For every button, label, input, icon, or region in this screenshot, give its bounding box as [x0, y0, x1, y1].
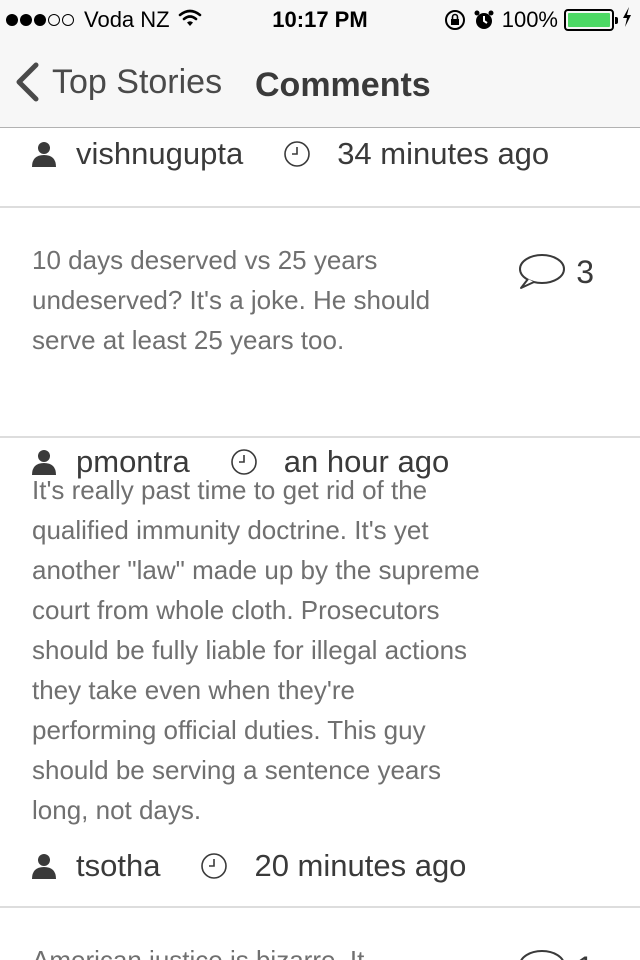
comment-author[interactable]: vishnugupta — [76, 136, 243, 172]
page-title: Comments — [255, 66, 431, 104]
speech-bubble-icon — [520, 950, 564, 960]
comment-item[interactable]: 10 days deserved vs 25 years undeserved?… — [0, 208, 640, 479]
reply-count: 1 — [576, 950, 594, 960]
replies-button[interactable]: 1 — [516, 948, 594, 960]
back-button[interactable]: Top Stories — [14, 62, 222, 102]
charging-bolt-icon — [622, 7, 632, 33]
battery-tip — [615, 17, 618, 24]
clock-icon — [200, 852, 228, 880]
orientation-lock-icon — [444, 9, 466, 31]
battery-level — [568, 13, 610, 27]
back-button-label: Top Stories — [52, 62, 223, 101]
alarm-icon — [474, 9, 494, 31]
speech-bubble-icon — [519, 254, 566, 289]
user-icon — [32, 853, 56, 879]
chevron-left-icon — [16, 62, 39, 102]
reply-count: 3 — [576, 253, 594, 290]
comment-item[interactable]: vishnugupta 34 minutes ago — [0, 128, 640, 208]
clock-icon — [283, 140, 311, 168]
comment-time: 34 minutes ago — [337, 136, 550, 171]
comments-list[interactable]: vishnugupta 34 minutes ago 10 days deser… — [0, 128, 640, 960]
comment-text: It's really past time to get rid of the … — [32, 475, 480, 825]
comment-text: American justice is bizarre. It — [32, 945, 365, 960]
comment-meta: tsotha 20 minutes ago — [32, 848, 466, 884]
user-icon — [32, 141, 56, 167]
comment-text: 10 days deserved vs 25 years undeserved?… — [32, 245, 431, 355]
battery-icon — [564, 9, 618, 31]
replies-button[interactable]: 3 — [516, 252, 594, 292]
status-bar: Voda NZ 10:17 PM 100% — [0, 0, 640, 40]
comment-meta: vishnugupta 34 minutes ago — [32, 136, 549, 172]
comment-author[interactable]: tsotha — [76, 848, 160, 884]
navigation-bar: Top Stories Comments — [0, 40, 640, 128]
comment-item[interactable]: American justice is bizarre. It 1 — [0, 908, 640, 960]
comment-time: 20 minutes ago — [254, 848, 467, 883]
battery-percent: 100% — [501, 7, 558, 32]
status-right: 100% — [444, 7, 632, 33]
comment-item[interactable]: It's really past time to get rid of the … — [0, 438, 640, 908]
